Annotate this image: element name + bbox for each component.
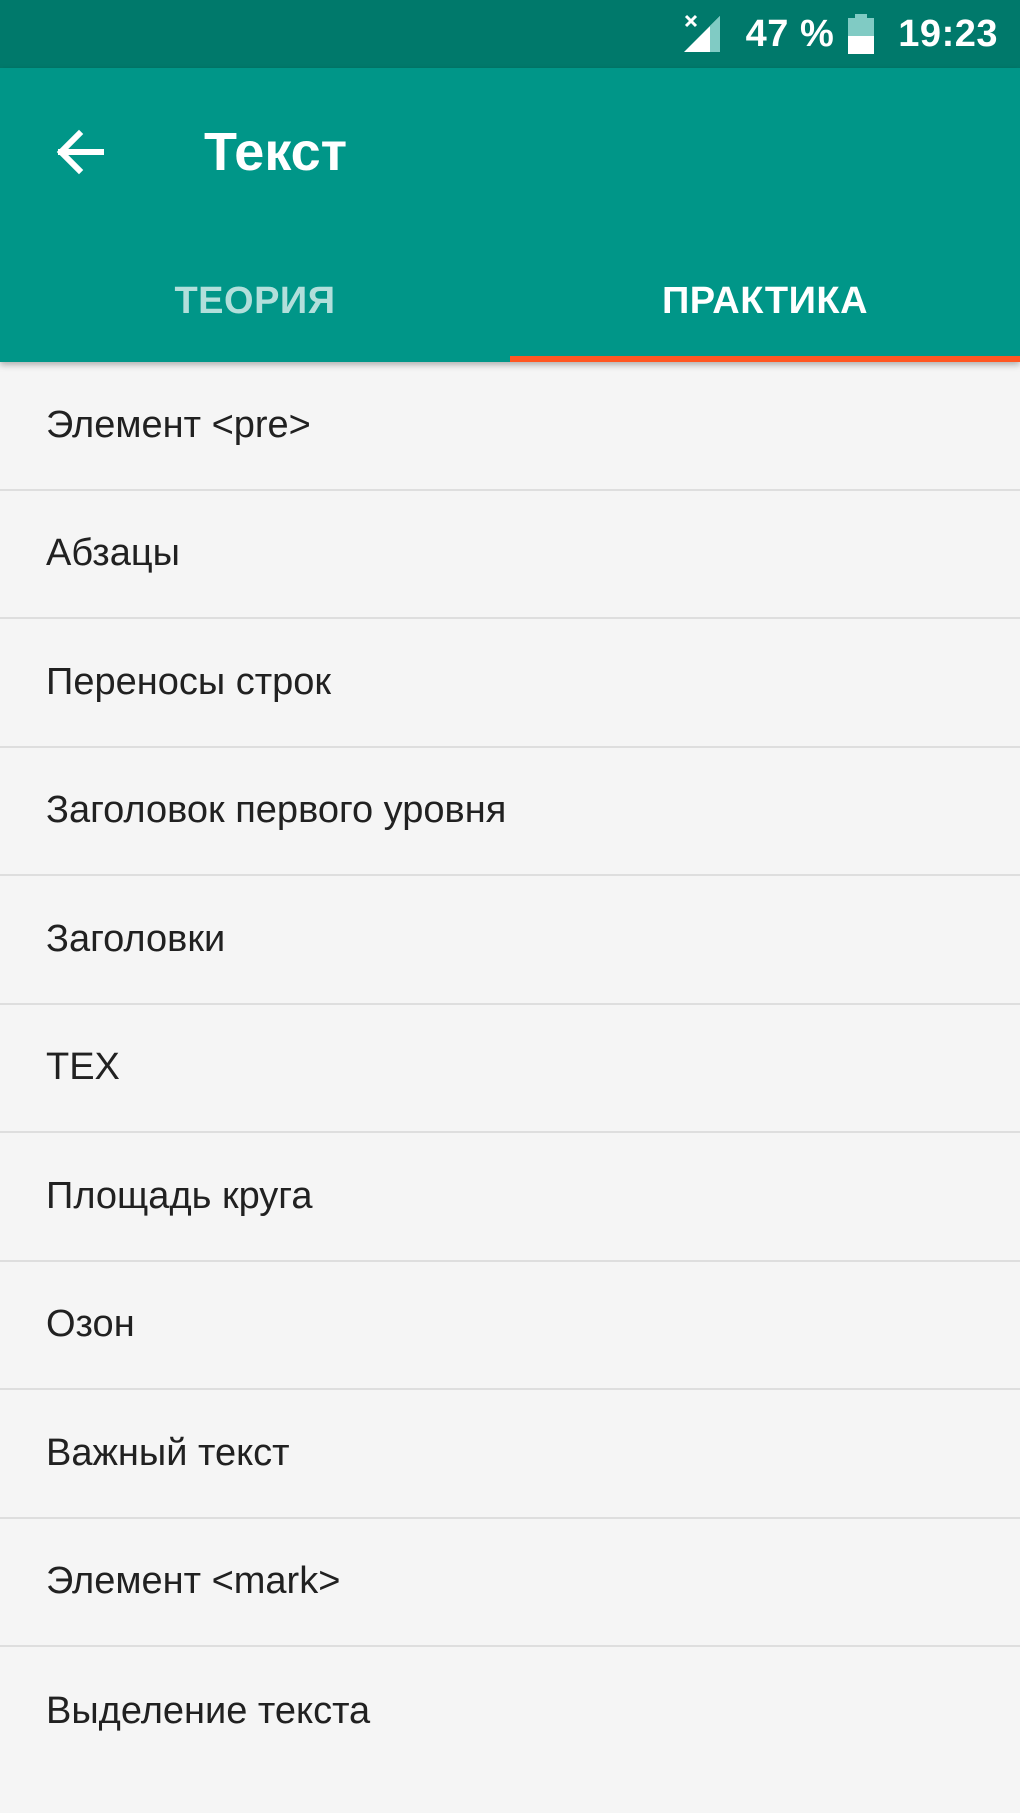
back-button[interactable] <box>40 112 120 192</box>
arrow-back-icon <box>56 129 104 175</box>
no-signal-icon <box>680 12 724 56</box>
tab-bar: ТЕОРИЯ ПРАКТИКА <box>0 248 1020 362</box>
page-title: Текст <box>204 122 348 182</box>
tab-theory-label: ТЕОРИЯ <box>174 279 336 322</box>
battery-percent: 47 % <box>745 13 835 55</box>
app-bar: Текст ТЕОРИЯ ПРАКТИКА <box>0 68 1020 362</box>
list-item-label: Элемент <mark> <box>46 1560 341 1603</box>
list-item-label: TEX <box>46 1046 120 1089</box>
tab-theory[interactable]: ТЕОРИЯ <box>0 248 510 362</box>
tab-indicator <box>510 356 1020 362</box>
list-item-label: Элемент <pre> <box>46 403 311 446</box>
list-item[interactable]: Важный текст <box>0 1390 1020 1519</box>
list-item-label: Площадь круга <box>46 1174 313 1217</box>
lesson-list: Элемент <pre> Абзацы Переносы строк Заго… <box>0 362 1020 1776</box>
list-item-label: Переносы строк <box>46 660 331 703</box>
list-item-label: Абзацы <box>46 532 180 575</box>
list-item[interactable]: Элемент <mark> <box>0 1519 1020 1647</box>
status-icons: 47 % 19:23 <box>680 0 998 68</box>
list-item[interactable]: Абзацы <box>0 491 1020 619</box>
list-item[interactable]: TEX <box>0 1005 1020 1133</box>
status-bar: 47 % 19:23 <box>0 0 1020 68</box>
list-item-label: Важный текст <box>46 1431 290 1474</box>
list-item-label: Заголовок первого уровня <box>46 789 507 832</box>
list-item[interactable]: Заголовки <box>0 876 1020 1005</box>
battery-icon <box>846 12 876 56</box>
list-item-label: Выделение текста <box>46 1689 371 1732</box>
list-item-label: Озон <box>46 1303 135 1346</box>
tab-practice-label: ПРАКТИКА <box>661 279 869 322</box>
clock: 19:23 <box>898 13 998 55</box>
list-item[interactable]: Заголовок первого уровня <box>0 748 1020 876</box>
list-item[interactable]: Выделение текста <box>0 1647 1020 1776</box>
list-item[interactable]: Элемент <pre> <box>0 362 1020 491</box>
list-item[interactable]: Озон <box>0 1262 1020 1390</box>
list-item[interactable]: Площадь круга <box>0 1133 1020 1262</box>
tab-practice[interactable]: ПРАКТИКА <box>510 248 1020 362</box>
list-item[interactable]: Переносы строк <box>0 619 1020 748</box>
list-item-label: Заголовки <box>46 917 226 960</box>
